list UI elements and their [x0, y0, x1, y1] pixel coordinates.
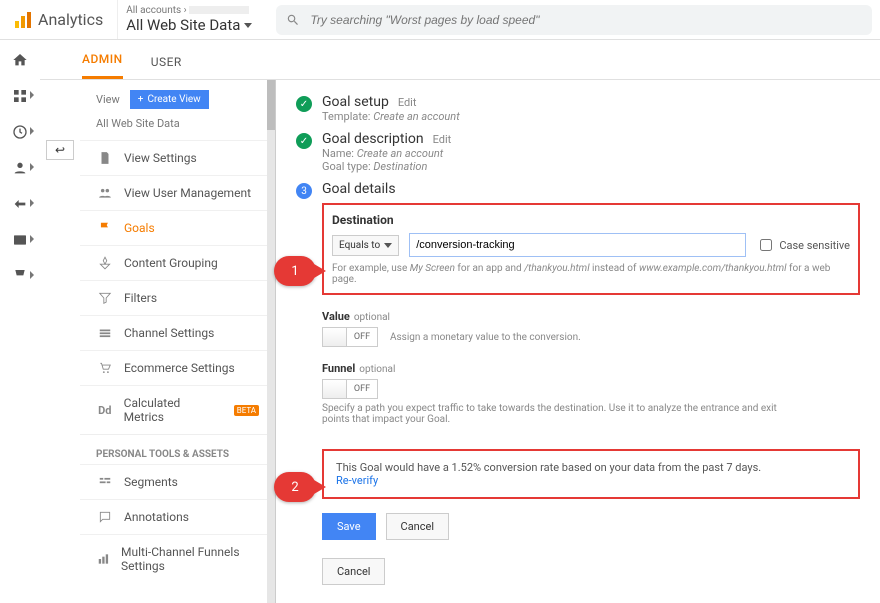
destination-input[interactable]: [409, 233, 746, 257]
save-button[interactable]: Save: [322, 513, 376, 540]
dd-icon: Dd: [96, 404, 114, 417]
flag-icon: [96, 221, 114, 235]
segments-icon: [96, 475, 114, 489]
annotation-callout-2: 2: [274, 472, 316, 502]
left-rail: [0, 40, 40, 603]
analytics-logo-icon: [14, 11, 32, 29]
acquisition-icon[interactable]: [10, 194, 30, 214]
view-label: View: [96, 93, 120, 106]
sidebar-item-view-settings[interactable]: View Settings: [80, 140, 275, 175]
channel-icon: [96, 326, 114, 340]
filter-icon: [96, 291, 114, 305]
step1-check-icon: ✓: [296, 96, 312, 112]
behavior-icon[interactable]: [10, 230, 30, 250]
sidebar-scroll-thumb[interactable]: [267, 80, 275, 130]
accounts-label: All accounts ›: [126, 5, 252, 16]
audience-icon[interactable]: [10, 158, 30, 178]
verify-box: This Goal would have a 1.52% conversion …: [322, 449, 860, 499]
step2-title: Goal description: [322, 131, 424, 147]
conversions-icon[interactable]: [10, 266, 30, 286]
case-sensitive-checkbox[interactable]: [760, 239, 772, 251]
sidebar-item-ecommerce[interactable]: Ecommerce Settings: [80, 350, 275, 385]
caret-down-icon: [384, 243, 392, 248]
logo[interactable]: Analytics: [8, 10, 109, 29]
cancel-outer-button[interactable]: Cancel: [322, 558, 385, 585]
search-input[interactable]: [308, 12, 862, 28]
step2-edit[interactable]: Edit: [433, 133, 452, 146]
search-box[interactable]: [276, 5, 872, 35]
dashboards-icon[interactable]: [10, 86, 30, 106]
grouping-icon: [96, 256, 114, 270]
sidebar-item-annotations[interactable]: Annotations: [80, 499, 275, 534]
sidebar-item-calculated-metrics[interactable]: DdCalculated Metrics BETA: [80, 385, 275, 434]
tab-admin[interactable]: ADMIN: [82, 52, 123, 79]
view-breadcrumb[interactable]: All Web Site Data: [80, 117, 275, 140]
tab-user[interactable]: USER: [151, 55, 182, 79]
step3-title: Goal details: [322, 181, 860, 197]
value-toggle[interactable]: OFF: [322, 327, 378, 347]
destination-label: Destination: [332, 213, 850, 227]
account-selector[interactable]: All accounts › All Web Site Data: [117, 0, 260, 39]
search-icon: [286, 13, 300, 27]
logo-text: Analytics: [38, 10, 103, 29]
step1-title: Goal setup: [322, 94, 389, 110]
case-sensitive-toggle[interactable]: Case sensitive: [756, 236, 850, 254]
destination-hint: For example, use My Screen for an app an…: [332, 263, 850, 285]
step2-check-icon: ✓: [296, 133, 312, 149]
match-type-dropdown[interactable]: Equals to: [332, 235, 399, 256]
goal-form: ✓ Goal setup Edit Template: Create an ac…: [276, 80, 880, 603]
beta-badge: BETA: [234, 405, 259, 416]
back-button[interactable]: ↩: [46, 140, 74, 160]
sidebar-scrollbar[interactable]: [267, 80, 275, 603]
cart-icon: [96, 361, 114, 375]
admin-tabs: ADMIN USER: [40, 40, 880, 80]
annotation-callout-1: 1: [274, 256, 316, 286]
bars-icon: [96, 552, 111, 566]
users-icon: [96, 186, 114, 200]
funnel-toggle[interactable]: OFF: [322, 379, 378, 399]
create-view-button[interactable]: +Create View: [130, 90, 209, 109]
sidebar-item-user-management[interactable]: View User Management: [80, 175, 275, 210]
realtime-icon[interactable]: [10, 122, 30, 142]
cancel-inner-button[interactable]: Cancel: [386, 513, 449, 540]
reverify-link[interactable]: Re-verify: [336, 474, 378, 487]
sidebar-section-header: PERSONAL TOOLS & ASSETS: [80, 434, 275, 464]
home-icon[interactable]: [10, 50, 30, 70]
caret-down-icon: [244, 23, 252, 28]
sidebar-item-channel-settings[interactable]: Channel Settings: [80, 315, 275, 350]
step1-edit[interactable]: Edit: [398, 96, 417, 109]
sidebar-item-goals[interactable]: Goals: [80, 210, 275, 245]
top-bar: Analytics All accounts › All Web Site Da…: [0, 0, 880, 40]
annotations-icon: [96, 510, 114, 524]
destination-box: Destination Equals to Case sensitive For…: [322, 203, 860, 295]
view-name: All Web Site Data: [126, 16, 240, 34]
sidebar-item-mcf[interactable]: Multi-Channel Funnels Settings: [80, 534, 275, 583]
sidebar-item-filters[interactable]: Filters: [80, 280, 275, 315]
document-icon: [96, 151, 114, 165]
view-sidebar: View +Create View All Web Site Data View…: [80, 80, 276, 603]
plus-icon: +: [138, 94, 144, 105]
sidebar-item-segments[interactable]: Segments: [80, 464, 275, 499]
value-field: Valueoptional OFF Assign a monetary valu…: [322, 309, 860, 347]
step3-number-icon: 3: [296, 183, 312, 199]
funnel-field: Funneloptional OFF Specify a path you ex…: [322, 361, 860, 425]
sidebar-item-content-grouping[interactable]: Content Grouping: [80, 245, 275, 280]
